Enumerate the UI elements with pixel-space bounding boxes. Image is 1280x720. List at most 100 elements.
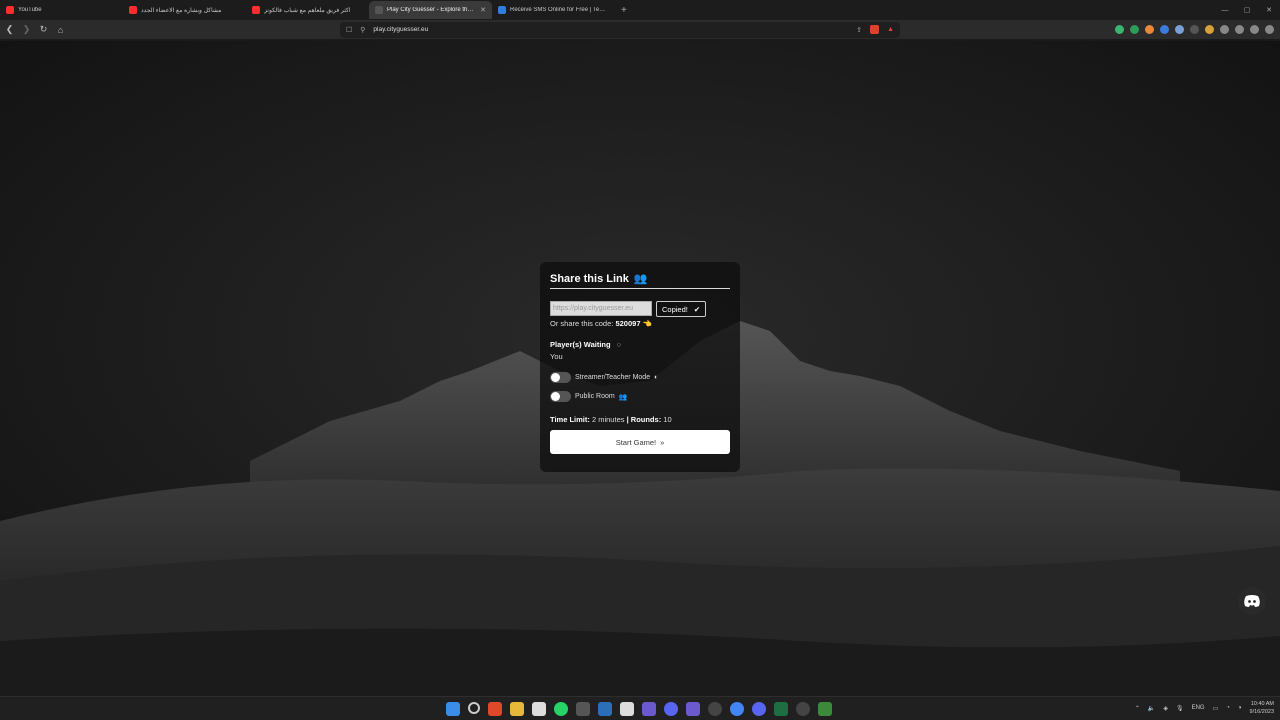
extension-icon[interactable]	[1205, 25, 1214, 34]
tab-receive-sms[interactable]: Receive SMS Online for Free | Tempo	[492, 1, 615, 19]
card-title: Share this Link	[550, 272, 629, 285]
minimize-icon[interactable]: —	[1214, 7, 1236, 14]
loading-spinner-icon: ◌	[616, 340, 622, 349]
share-icon[interactable]: ⇪	[856, 26, 862, 34]
app-icon[interactable]	[818, 702, 832, 716]
users-icon: 👥	[633, 273, 648, 285]
forward-icon[interactable]: ❯	[19, 24, 34, 35]
extension-icon[interactable]	[1145, 25, 1154, 34]
obs-icon[interactable]	[708, 702, 722, 716]
tab-youtube[interactable]: YouTube	[0, 1, 123, 19]
tab-youtube-arabic-1[interactable]: مشاكل وبشارة مع الاعضاء الجدد	[123, 1, 246, 19]
copy-button[interactable]: Copied! ✔	[656, 301, 707, 317]
file-explorer-icon[interactable]	[510, 702, 524, 716]
link-row: https://play.cityguesser.eu Copied! ✔	[550, 301, 730, 317]
address-bar[interactable]: ☐ ⚲ play.cityguesser.eu ⇪ ▲	[340, 21, 900, 38]
home-icon[interactable]: ⌂	[53, 25, 68, 35]
public-room-toggle[interactable]	[550, 391, 571, 402]
whatsapp-icon[interactable]	[554, 702, 568, 716]
extension-icon[interactable]	[1115, 25, 1124, 34]
tab-youtube-arabic-2[interactable]: اكثر فريق ملعاهم مع شباب فالكونز	[246, 1, 369, 19]
window-controls: — ▢ ✕	[1214, 0, 1280, 20]
streamer-mode-label: Streamer/Teacher Mode	[575, 374, 651, 381]
chevron-up-icon[interactable]: ⌃	[1135, 705, 1140, 712]
mic-icon[interactable]: 🎙	[1176, 705, 1184, 712]
brave-browser-icon[interactable]	[488, 702, 502, 716]
time-limit-value: 2 minutes	[591, 415, 625, 424]
public-room-row: Public Room 👥	[550, 391, 730, 402]
search-icon[interactable]	[468, 702, 480, 714]
rounds-value: 10	[663, 415, 672, 424]
discord-taskbar-icon[interactable]	[664, 702, 678, 716]
puzzle-icon[interactable]	[1220, 25, 1229, 34]
windows-start-icon[interactable]	[446, 702, 460, 716]
extension-icon[interactable]	[1190, 25, 1199, 34]
app-icon[interactable]	[642, 702, 656, 716]
tab-label: Play City Guesser - Explore the W	[387, 7, 477, 13]
wifi-icon[interactable]: ◔	[1226, 705, 1230, 711]
page-content: Share this Link 👥 https://play.cityguess…	[0, 41, 1280, 696]
network-icon[interactable]: ◈	[1163, 705, 1168, 712]
app-icon[interactable]	[796, 702, 810, 716]
tab-label: مشاكل وبشارة مع الاعضاء الجدد	[141, 7, 222, 14]
share-code-line: Or share this code: 520097 👈	[550, 319, 730, 328]
close-icon[interactable]: ✕	[480, 6, 486, 14]
language-indicator[interactable]: ENG	[1192, 705, 1205, 711]
brave-shields-icon[interactable]	[870, 25, 880, 34]
speaker-icon[interactable]: 🔈	[1148, 705, 1155, 712]
tab-cityguesser[interactable]: Play City Guesser - Explore the W ✕	[369, 1, 492, 19]
monitor-icon[interactable]: ▭	[1213, 705, 1219, 712]
player-name: You	[550, 352, 563, 361]
maximize-icon[interactable]: ▢	[1236, 6, 1258, 14]
share-link-input[interactable]: https://play.cityguesser.eu	[550, 301, 652, 316]
copy-button-label: Copied!	[662, 304, 688, 314]
menu-icon[interactable]	[1265, 25, 1274, 34]
card-header: Share this Link 👥	[550, 272, 730, 289]
reload-icon[interactable]: ↻	[36, 24, 51, 35]
excel-icon[interactable]	[774, 702, 788, 716]
extension-icon[interactable]	[1160, 25, 1169, 34]
extension-icon[interactable]	[1175, 25, 1184, 34]
checkmark-icon: ✔	[693, 304, 701, 314]
share-link-card: Share this Link 👥 https://play.cityguess…	[540, 262, 740, 472]
close-window-icon[interactable]: ✕	[1258, 6, 1280, 14]
browser-toolbar: ❮ ❯ ↻ ⌂ ☐ ⚲ play.cityguesser.eu ⇪ ▲	[0, 20, 1280, 40]
streamer-mode-toggle[interactable]	[550, 372, 571, 383]
app-icon[interactable]	[576, 702, 590, 716]
app-icon[interactable]	[752, 702, 766, 716]
players-waiting-heading: Player(s) Waiting ◌	[550, 340, 730, 349]
youtube-icon	[252, 6, 260, 14]
start-game-button[interactable]: Start Game! »	[550, 430, 730, 454]
tab-strip: YouTube مشاكل وبشارة مع الاعضاء الجدد اك…	[0, 0, 1280, 20]
wallet-icon[interactable]	[1250, 25, 1259, 34]
new-tab-button[interactable]: +	[615, 5, 633, 16]
taskbar-apps	[446, 702, 832, 716]
site-info-icon[interactable]: ⚲	[360, 26, 365, 34]
url-text[interactable]: play.cityguesser.eu	[373, 26, 848, 33]
notepad-icon[interactable]	[620, 702, 634, 716]
back-icon[interactable]: ❮	[2, 24, 17, 35]
volume-icon[interactable]: ◑	[1238, 705, 1242, 711]
players-waiting-label: Player(s) Waiting	[550, 340, 611, 349]
time-limit-label: Time Limit:	[550, 415, 590, 424]
extension-icon[interactable]	[1130, 25, 1139, 34]
youtube-icon	[129, 6, 137, 14]
tab-label: Receive SMS Online for Free | Tempo	[510, 7, 609, 13]
system-tray: ⌃ 🔈 ◈ 🎙 ENG ▭ ◔ ◑ 10:40 AM 9/16/2023	[1135, 700, 1274, 716]
clock-date: 9/16/2023	[1249, 709, 1274, 715]
steam-icon[interactable]	[598, 702, 612, 716]
calendar-icon[interactable]	[532, 702, 546, 716]
sidebar-icon[interactable]	[1235, 25, 1244, 34]
clock[interactable]: 10:40 AM 9/16/2023	[1250, 700, 1274, 716]
discord-button[interactable]	[1238, 587, 1266, 615]
app-icon[interactable]	[686, 702, 700, 716]
clock-time: 10:40 AM	[1250, 701, 1274, 707]
discord-icon	[1244, 595, 1260, 607]
brave-rewards-icon[interactable]: ▲	[887, 26, 894, 33]
chrome-icon[interactable]	[730, 702, 744, 716]
tab-label: YouTube	[18, 7, 42, 13]
bookmark-icon[interactable]: ☐	[346, 26, 352, 34]
start-game-label: Start Game!	[615, 437, 657, 447]
extensions-area	[1115, 25, 1274, 34]
eye-slash-icon: ◐	[654, 374, 659, 381]
